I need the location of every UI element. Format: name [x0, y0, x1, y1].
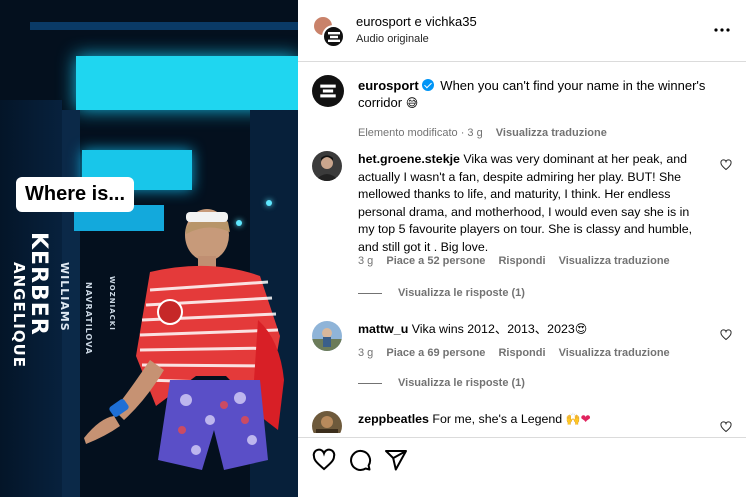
player-figure [84, 209, 284, 470]
comment-time: 3 g [358, 255, 374, 267]
comment-emoji: 😍 [574, 322, 588, 336]
translate-link[interactable]: Visualizza traduzione [559, 255, 670, 267]
comment-username[interactable]: mattw_u [358, 322, 408, 336]
like-comment-icon[interactable] [720, 329, 732, 341]
view-replies[interactable]: Visualizza le risposte (1) [358, 377, 525, 389]
post-authors[interactable]: eurosport e vichka35 [356, 14, 477, 29]
reply-link[interactable]: Rispondi [498, 255, 545, 267]
caption-text: eurosport When you can't find your name … [358, 77, 718, 112]
more-icon[interactable] [712, 20, 732, 40]
post-header: eurosport e vichka35 Audio originale [298, 0, 746, 62]
replies-divider [358, 382, 382, 384]
eurosport-avatar[interactable] [312, 75, 344, 107]
comment-text: mattw_u Vika wins 2012、2013、2023😍 [358, 321, 704, 339]
eurosport-avatar[interactable] [322, 25, 345, 48]
replies-divider [358, 292, 382, 294]
avatar[interactable] [312, 151, 342, 181]
audio-link[interactable]: Audio originale [356, 33, 429, 45]
comment-icon[interactable] [348, 448, 372, 472]
avatar[interactable] [312, 411, 342, 433]
view-replies-label[interactable]: Visualizza le risposte (1) [398, 287, 525, 299]
like-comment-icon[interactable] [720, 159, 732, 171]
eurosport-logo-icon [327, 31, 340, 42]
comment-meta: 3 g Piace a 52 persone Rispondi Visualiz… [358, 255, 680, 267]
comment-text: het.groene.stekje Vika was very dominant… [358, 151, 704, 257]
avatar[interactable] [312, 321, 342, 351]
comment-text: zeppbeatles For me, she's a Legend 🙌❤ [358, 411, 704, 429]
translate-link[interactable]: Visualizza traduzione [496, 127, 607, 139]
comment-time: 3 g [358, 347, 374, 359]
post-details-panel: eurosport e vichka35 Audio originale eur… [298, 0, 746, 497]
comment-body: Vika wins 2012、2013、2023 [411, 322, 575, 336]
comments-list[interactable]: eurosport When you can't find your name … [298, 63, 746, 433]
reply-link[interactable]: Rispondi [498, 347, 545, 359]
comment-body: Vika was very dominant at her peak, and … [358, 152, 693, 254]
comment-likes[interactable]: Piace a 69 persone [386, 347, 485, 359]
post-video[interactable]: ANGELIQUE KERBER WILLIAMS NAVRATILOVA WO… [0, 0, 298, 497]
share-icon[interactable] [384, 448, 408, 472]
caption-username[interactable]: eurosport [358, 78, 419, 93]
view-replies[interactable]: Visualizza le risposte (1) [358, 287, 525, 299]
video-overlay-caption: Where is... [16, 177, 135, 212]
comment-likes[interactable]: Piace a 52 persone [386, 255, 485, 267]
comment-body: For me, she's a Legend [432, 412, 563, 426]
collab-avatars[interactable] [312, 15, 346, 49]
comment-emoji: 🙌❤ [565, 412, 591, 426]
caption-emoji: 😅 [405, 96, 419, 110]
eurosport-logo-icon [320, 84, 336, 98]
post-actions-bar [298, 437, 746, 497]
like-comment-icon[interactable] [720, 421, 732, 433]
heart-icon[interactable] [312, 448, 336, 472]
comment-username[interactable]: het.groene.stekje [358, 152, 460, 166]
comment-meta: 3 g Piace a 69 persone Rispondi Visualiz… [358, 347, 680, 359]
translate-link[interactable]: Visualizza traduzione [559, 347, 670, 359]
verified-badge-icon [421, 79, 434, 91]
view-replies-label[interactable]: Visualizza le risposte (1) [398, 377, 525, 389]
caption-meta: Elemento modificato · 3 g Visualizza tra… [358, 127, 617, 139]
caption-edited-time: Elemento modificato · 3 g [358, 127, 483, 139]
comment-username[interactable]: zeppbeatles [358, 412, 429, 426]
